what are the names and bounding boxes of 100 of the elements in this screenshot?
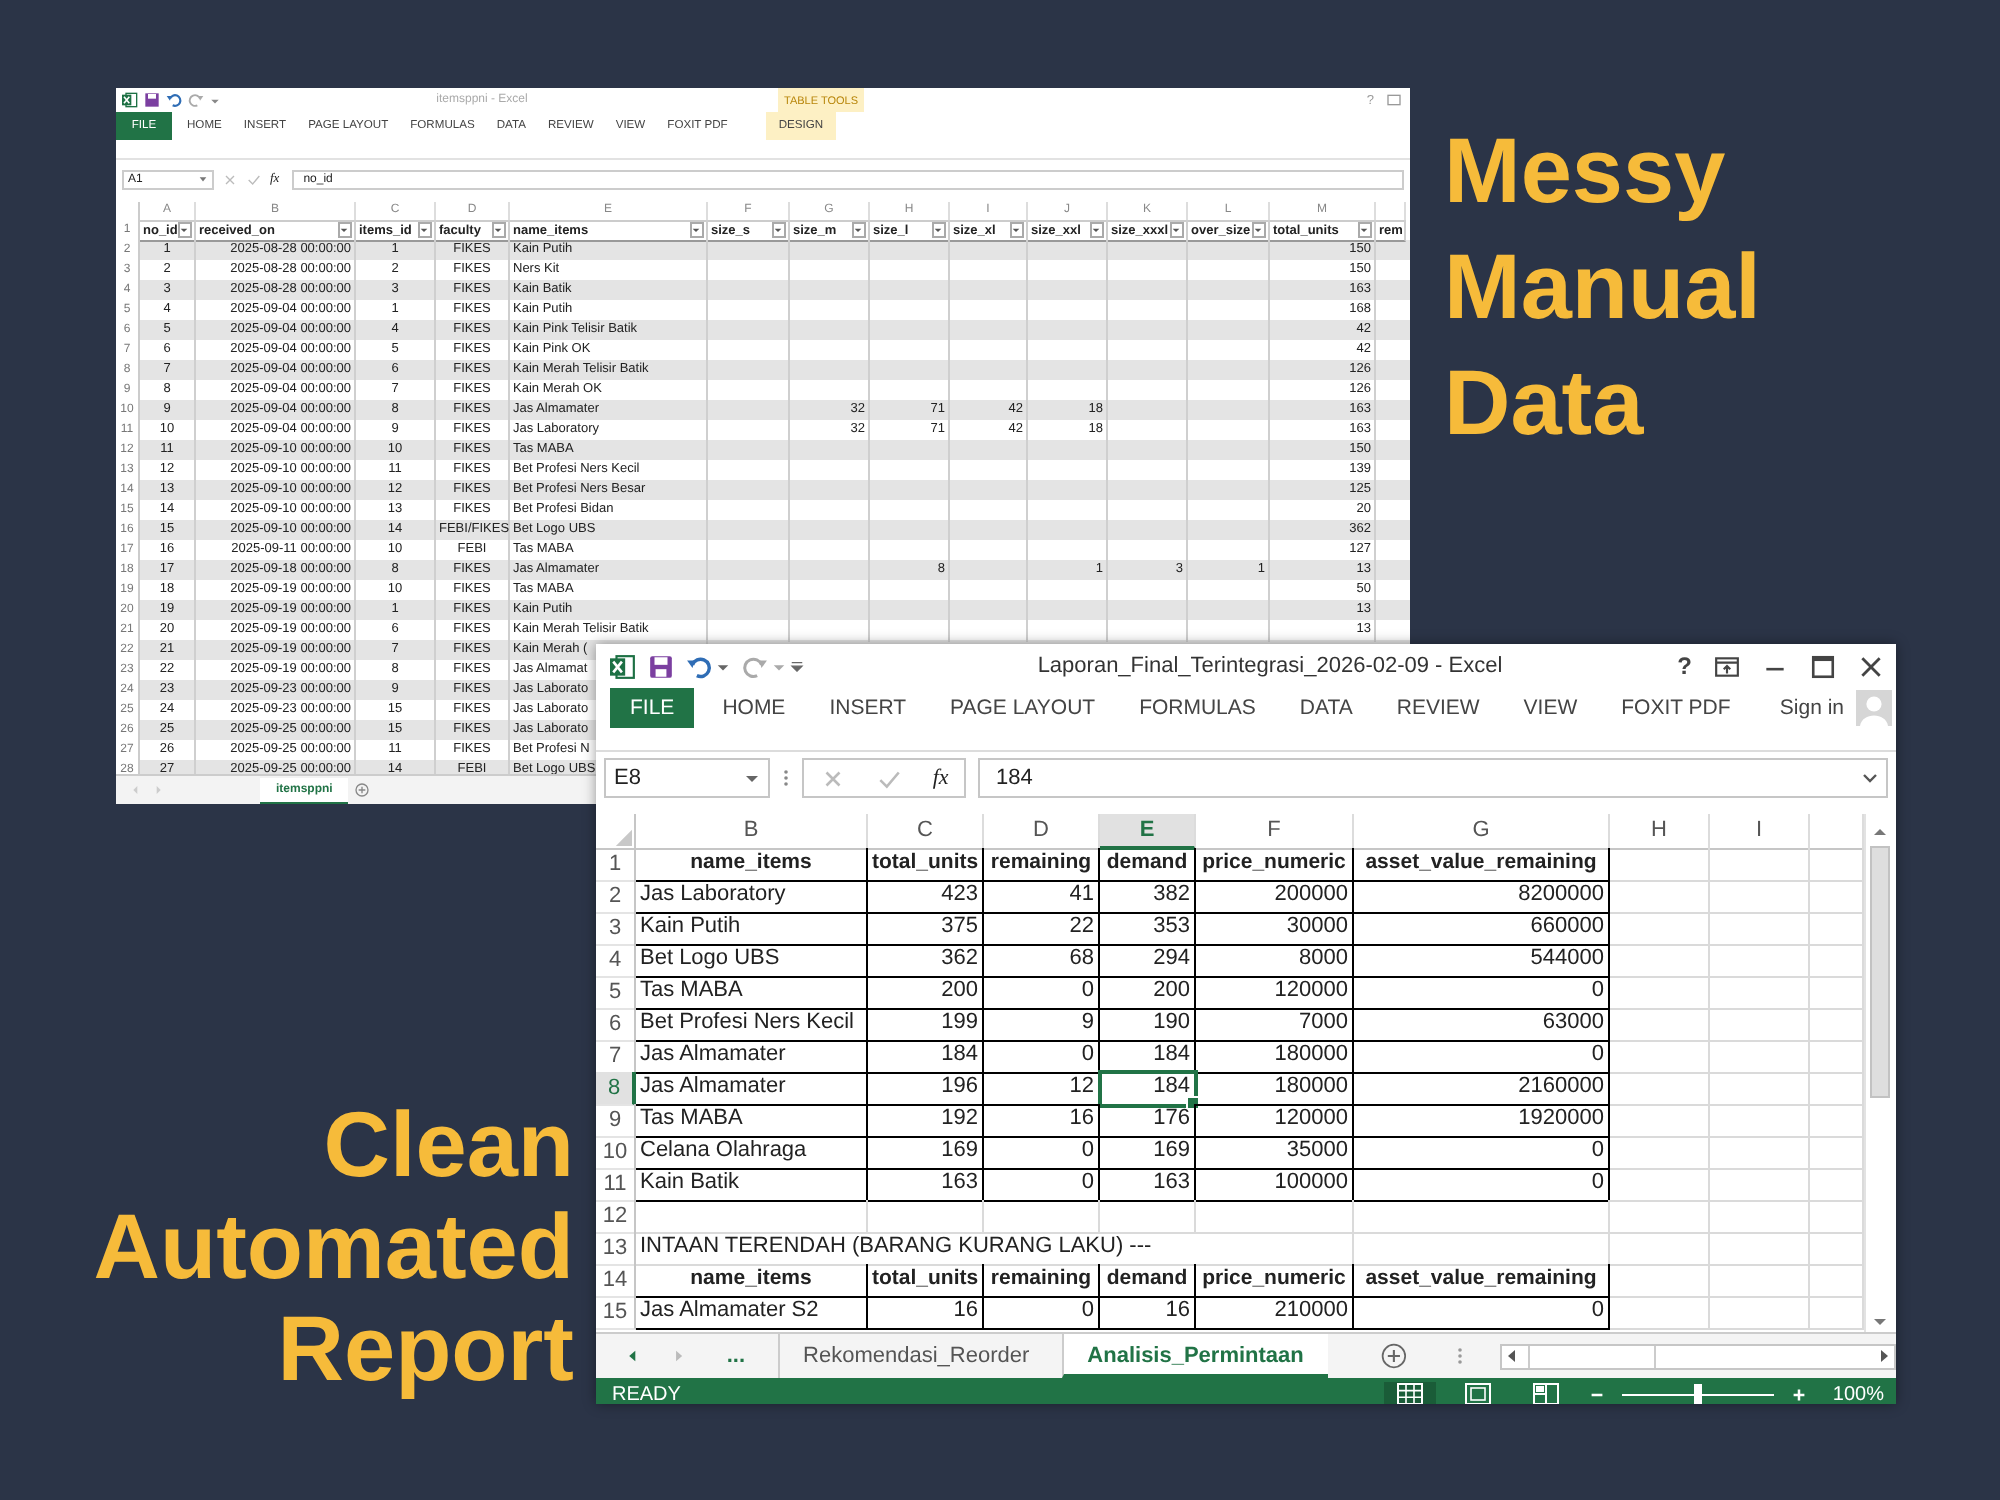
filter-dropdown-icon[interactable] [771,222,785,238]
filter-dropdown-icon[interactable] [491,222,505,238]
row-number[interactable]: 2 [596,880,636,914]
undo-icon[interactable] [166,92,182,108]
row-number[interactable]: 1 [596,848,636,882]
table-cell: 1920000 [1354,1104,1610,1138]
filter-dropdown-icon[interactable] [851,222,865,238]
empty-cell [1610,1008,1710,1042]
row-number[interactable]: 15 [596,1296,636,1330]
empty-cell [1610,1072,1710,1106]
spreadsheet-app-icon[interactable] [610,653,636,679]
scrollbar-thumb[interactable] [1527,1345,1656,1367]
row-number[interactable]: 10 [596,1136,636,1170]
ribbon-tab[interactable]: VIEW [1501,688,1600,728]
table-cell: 16 [868,1296,984,1330]
row-number[interactable]: 6 [596,1008,636,1042]
undo-icon[interactable] [686,653,712,679]
headline: Messy Manual Data [1444,116,1761,458]
row-number[interactable]: 9 [596,1104,636,1138]
zoom-level[interactable]: 100% [1832,1383,1884,1404]
check-icon[interactable] [246,171,262,187]
row-number[interactable]: 4 [596,944,636,978]
row-number[interactable]: 8 [596,1072,636,1106]
filter-dropdown-icon[interactable] [1009,222,1023,238]
empty-cell [1710,944,1810,978]
ribbon-tab[interactable]: DATA [1277,688,1375,728]
zoom-slider-thumb[interactable] [1694,1384,1703,1404]
save-icon[interactable] [144,92,160,108]
grip-icon [782,766,790,790]
table-cell: 163 [1100,1168,1196,1202]
ribbon-tab[interactable]: PAGE LAYOUT [928,688,1118,728]
zoom-slider[interactable] [1622,1384,1775,1404]
customize-caret-icon[interactable] [210,95,220,105]
ribbon-display-icon[interactable] [1714,653,1740,679]
save-icon[interactable] [648,653,674,679]
column-header[interactable]: I [1710,814,1810,850]
vertical-scrollbar[interactable] [1864,814,1892,1332]
add-sheet-icon[interactable] [354,782,371,798]
empty-cell [1610,912,1710,946]
table-cell: 180000 [1196,1040,1354,1074]
empty-cell [1610,1104,1710,1138]
spreadsheet-app-icon[interactable] [122,92,138,108]
column-header[interactable]: C [868,814,984,850]
empty-cell [1610,1136,1710,1170]
name-box[interactable]: E8 [604,758,770,798]
table-cell: 180000 [1196,1072,1354,1106]
column-header[interactable]: H [1610,814,1710,850]
ribbon-tab[interactable]: REVIEW [1374,688,1502,728]
filter-dropdown-icon[interactable] [337,222,351,238]
column-header[interactable]: B [636,814,868,850]
filter-dropdown-icon[interactable] [689,222,703,238]
column-header[interactable]: G [1354,814,1610,850]
scrollbar-thumb[interactable] [1869,846,1889,1098]
table-cell: Jas Laboratory [636,880,868,914]
insert-function-button[interactable]: fx [932,766,949,790]
ribbon-tab[interactable]: INSERT [807,688,929,728]
empty-cell [1710,1136,1810,1170]
column-header[interactable]: E [1100,814,1196,850]
table-cell: 294 [1100,944,1196,978]
filter-dropdown-icon[interactable] [1169,222,1183,238]
ribbon-tab[interactable]: FORMULAS [1117,688,1278,728]
row-number[interactable]: 3 [596,912,636,946]
filter-dropdown-icon[interactable] [1089,222,1103,238]
table-cell: 0 [984,1296,1100,1330]
more-sheets-button[interactable]: ... [726,1344,746,1368]
table-cell: 210000 [1196,1296,1354,1330]
empty-cell [1610,880,1710,914]
row-number[interactable]: 5 [596,976,636,1010]
filter-dropdown-icon[interactable] [931,222,945,238]
sheet-tab[interactable]: Analisis_Permintaan [1061,1334,1328,1378]
row-number[interactable]: 13 [596,1232,636,1266]
column-heading: demand [1100,848,1196,882]
maximize-icon[interactable] [1810,653,1836,679]
help-button[interactable]: ? [1677,652,1692,680]
column-header[interactable]: F [1196,814,1354,850]
restore-icon[interactable] [1386,92,1402,108]
table-cell: 192 [868,1104,984,1138]
customize-caret-icon[interactable] [790,659,804,673]
table-cell: 63000 [1354,1008,1610,1042]
empty-cell [1610,1040,1710,1074]
filter-dropdown-icon[interactable] [1251,222,1265,238]
row-number[interactable]: 12 [596,1200,636,1234]
sign-in-link[interactable]: Sign in [1779,696,1844,720]
row-number[interactable]: 14 [596,1264,636,1298]
empty-cell [1610,976,1710,1010]
table-cell: Bet Logo UBS [636,944,868,978]
empty-cell [1710,976,1810,1010]
selected-cell[interactable]: 184 [1100,1072,1196,1106]
normal-view-icon[interactable] [1384,1382,1437,1404]
ribbon-tab[interactable]: FOXIT PDF [1599,688,1753,728]
filter-dropdown-icon[interactable] [1357,222,1371,238]
add-sheet-icon[interactable] [1379,1340,1408,1372]
table-cell: 0 [1354,1040,1610,1074]
close-icon[interactable] [1858,653,1884,679]
row-number[interactable]: 11 [596,1168,636,1202]
filter-dropdown-icon[interactable] [177,222,192,238]
column-heading: asset_value_remaining [1354,848,1610,882]
zoom-in-icon[interactable] [1790,1385,1809,1403]
filter-dropdown-icon[interactable] [417,222,431,238]
horizontal-scrollbar[interactable] [1499,1343,1896,1369]
